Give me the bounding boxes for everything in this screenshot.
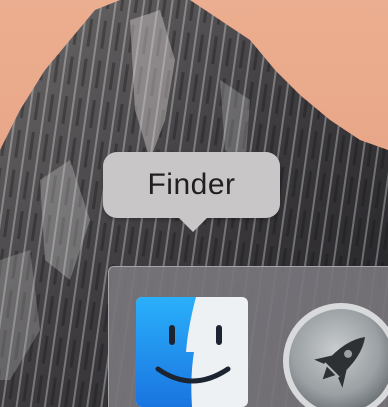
dock <box>108 266 388 407</box>
tooltip-label: Finder <box>147 168 236 201</box>
finder-icon[interactable] <box>136 297 248 407</box>
desktop-wallpaper: Finder <box>0 0 388 407</box>
dock-tooltip: Finder <box>103 152 280 232</box>
launchpad-rocket-icon[interactable] <box>281 301 388 407</box>
